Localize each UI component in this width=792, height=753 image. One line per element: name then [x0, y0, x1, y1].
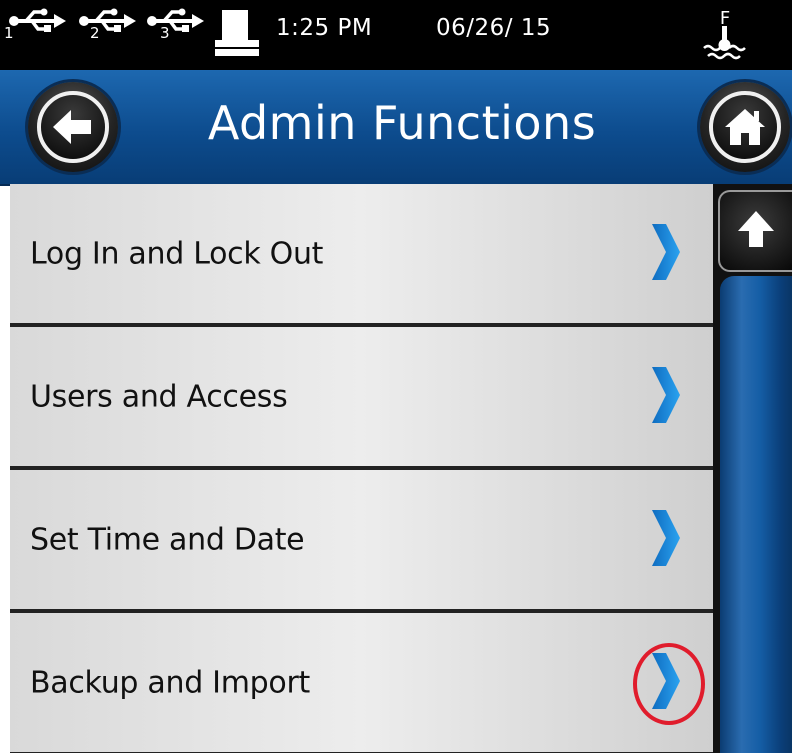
- menu-item-label: Users and Access: [30, 379, 288, 414]
- water-level-label: F: [720, 8, 730, 29]
- status-date: 06/26/ 15: [436, 15, 552, 41]
- usb-icon: [78, 8, 136, 34]
- usb-port-number: 2: [90, 24, 100, 42]
- highlight-circle: [633, 643, 705, 725]
- usb-icon: [146, 8, 204, 34]
- status-time: 1:25 PM: [276, 15, 373, 41]
- home-button[interactable]: [700, 82, 790, 172]
- chevron-right-icon: [650, 509, 680, 570]
- status-bar: 1 2 3 1:25 PM 06/26/ 15 F: [0, 0, 792, 70]
- device-screen: 1 2 3 1:25 PM 06/26/ 15 F Admin Function…: [0, 0, 792, 753]
- scroll-up-button[interactable]: [718, 190, 792, 272]
- admin-menu-list: Log In and Lock Out Users and Access Set…: [10, 184, 713, 753]
- menu-item-set-time-and-date[interactable]: Set Time and Date: [10, 470, 713, 609]
- home-icon: [709, 91, 781, 163]
- chevron-right-icon: [650, 366, 680, 427]
- menu-item-log-in-and-lock-out[interactable]: Log In and Lock Out: [10, 184, 713, 323]
- usb-port-number: 1: [4, 24, 14, 42]
- page-title: Admin Functions: [207, 96, 597, 150]
- menu-item-label: Backup and Import: [30, 665, 310, 700]
- menu-item-users-and-access[interactable]: Users and Access: [10, 327, 713, 466]
- menu-item-label: Log In and Lock Out: [30, 236, 324, 271]
- menu-item-label: Set Time and Date: [30, 522, 305, 557]
- arrow-up-icon: [736, 209, 776, 253]
- title-bar: Admin Functions: [0, 70, 792, 186]
- chevron-right-icon: [650, 223, 680, 284]
- printer-icon: [214, 8, 262, 62]
- usb-icon: [8, 8, 66, 34]
- menu-item-backup-and-import[interactable]: Backup and Import: [10, 613, 713, 752]
- water-level-icon: F: [700, 4, 750, 66]
- usb-port-number: 3: [160, 24, 170, 42]
- scrollbar-thumb[interactable]: [720, 276, 792, 753]
